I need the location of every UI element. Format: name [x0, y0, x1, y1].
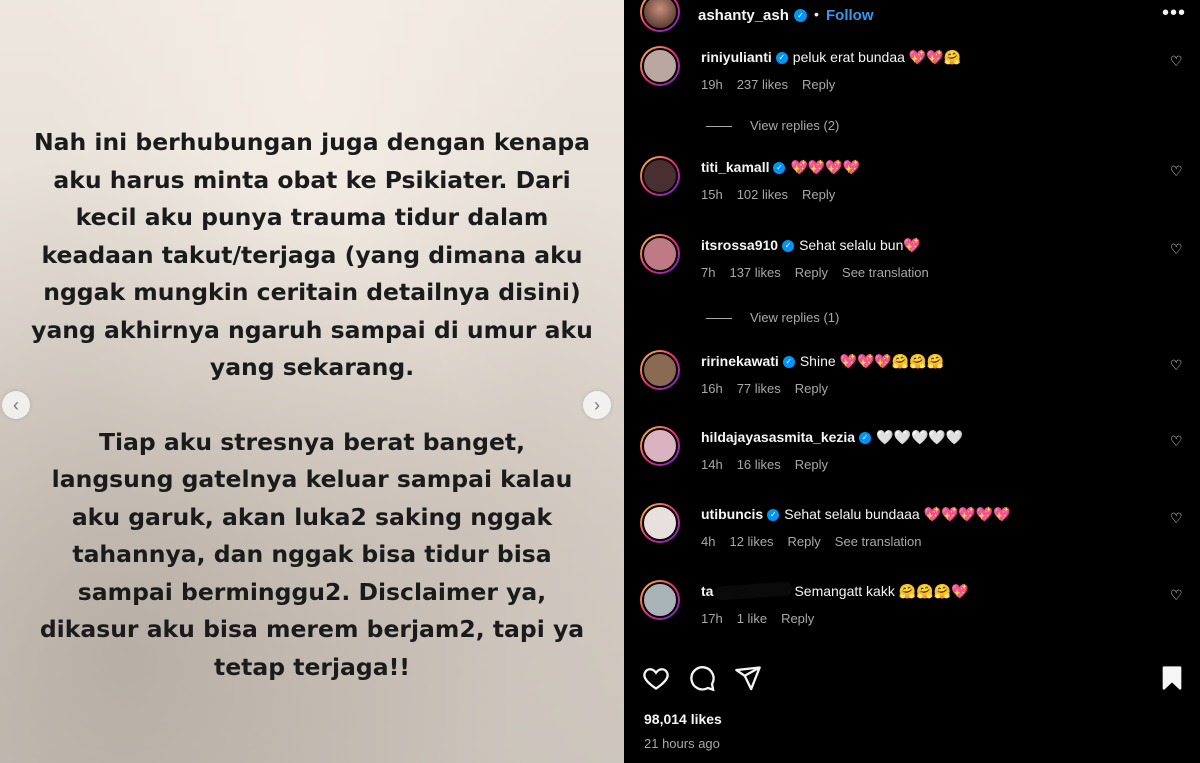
reply-button[interactable]: Reply: [795, 265, 828, 280]
comment-username[interactable]: ririnekawati: [701, 353, 779, 369]
heart-icon[interactable]: ♡: [1170, 164, 1184, 178]
comment-likes[interactable]: 1 like: [737, 611, 767, 626]
comment-username[interactable]: riniyulianti: [701, 49, 772, 65]
story-paragraph-1: Nah ini berhubungan juga dengan kenapa a…: [31, 128, 593, 381]
comment-time: 15h: [701, 187, 723, 202]
comment-item: hildajayasasmita_kezia ✓ 🤍🤍🤍🤍🤍 14h 16 likes…: [624, 426, 1200, 486]
comment-time: 14h: [701, 457, 723, 472]
avatar[interactable]: [640, 46, 680, 86]
bookmark-icon[interactable]: [1158, 664, 1186, 692]
verified-badge-icon: ✓: [859, 432, 872, 445]
view-replies-button[interactable]: View replies (1): [706, 310, 839, 325]
comment-username[interactable]: ta: [701, 583, 713, 599]
comment-likes[interactable]: 137 likes: [729, 265, 780, 280]
comment-text: 💖💖💖💖: [790, 159, 861, 175]
story-paragraph-2: Tiap aku stresnya berat banget, langsung…: [39, 427, 585, 681]
comment-item: titi_kamall ✓ 💖💖💖💖 15h 102 likes Reply ♡: [624, 156, 1200, 216]
comment-likes[interactable]: 12 likes: [729, 534, 773, 549]
comment-time: 4h: [701, 534, 716, 549]
comment-username[interactable]: hildajayasasmita_kezia: [701, 429, 855, 445]
avatar[interactable]: [640, 156, 680, 196]
verified-badge-icon: ✓: [794, 9, 807, 22]
post-likes[interactable]: 98,014 likes: [644, 711, 722, 727]
comment-text: 🤍🤍🤍🤍🤍: [876, 429, 964, 445]
heart-icon[interactable]: [642, 664, 670, 692]
reply-button[interactable]: Reply: [802, 187, 835, 202]
reply-button[interactable]: Reply: [788, 534, 821, 549]
chevron-right-icon[interactable]: ›: [583, 391, 611, 419]
comment-time: 19h: [701, 77, 723, 92]
see-translation-button[interactable]: See translation: [835, 534, 922, 549]
heart-icon[interactable]: ♡: [1170, 588, 1184, 602]
comment-time: 16h: [701, 381, 723, 396]
comment-text: Shine 💖💖💖🤗🤗🤗: [799, 353, 945, 369]
post-timestamp: 21 hours ago: [644, 736, 720, 751]
view-replies-label[interactable]: View replies (1): [750, 310, 839, 325]
divider: [706, 318, 732, 320]
comment-username[interactable]: itsrossa910: [701, 237, 778, 253]
comments-panel: ashanty_ash ✓ • Follow ••• riniyulianti ✓…: [624, 0, 1200, 763]
comment-text: Sehat selalu bun💖: [799, 237, 921, 253]
reply-button[interactable]: Reply: [781, 611, 814, 626]
story-text: Nah ini berhubungan juga dengan kenapa a…: [28, 124, 596, 686]
verified-badge-icon: ✓: [782, 240, 795, 253]
comment-item: ririnekawati ✓ Shine 💖💖💖🤗🤗🤗 16h 77 likes Rep…: [624, 350, 1200, 410]
comment-text: Semangatt kakk 🤗🤗🤗💖: [794, 583, 969, 599]
comment-icon[interactable]: [688, 664, 716, 692]
reply-button[interactable]: Reply: [795, 381, 828, 396]
separator-dot: •: [814, 6, 819, 22]
comment-item: riniyulianti ✓ peluk erat bundaa 💖💖🤗 19h 23…: [624, 46, 1200, 106]
more-icon[interactable]: •••: [1162, 2, 1186, 25]
follow-button[interactable]: Follow: [826, 7, 874, 24]
post-header: ashanty_ash ✓ • Follow •••: [624, 0, 1200, 34]
comment-likes[interactable]: 77 likes: [737, 381, 781, 396]
comment-likes[interactable]: 102 likes: [737, 187, 788, 202]
action-bar: [624, 660, 1200, 700]
comment-time: 17h: [701, 611, 723, 626]
heart-icon[interactable]: ♡: [1170, 434, 1184, 448]
author-username[interactable]: ashanty_ash: [698, 7, 789, 24]
avatar[interactable]: [640, 0, 680, 32]
comment-likes[interactable]: 16 likes: [737, 457, 781, 472]
share-icon[interactable]: [734, 664, 762, 692]
comment-item: ta Semangatt kakk 🤗🤗🤗💖 17h 1 like Reply ♡: [624, 580, 1200, 640]
comment-username[interactable]: utibuncis: [701, 506, 763, 522]
comment-item: itsrossa910 ✓ Sehat selalu bun💖 7h 137 like…: [624, 234, 1200, 294]
reply-button[interactable]: Reply: [795, 457, 828, 472]
heart-icon[interactable]: ♡: [1170, 511, 1184, 525]
comment-username[interactable]: titi_kamall: [701, 159, 769, 175]
heart-icon[interactable]: ♡: [1170, 54, 1184, 68]
avatar[interactable]: [640, 234, 680, 274]
comment-likes[interactable]: 237 likes: [737, 77, 788, 92]
reply-button[interactable]: Reply: [802, 77, 835, 92]
avatar[interactable]: [640, 503, 680, 543]
story-image: Nah ini berhubungan juga dengan kenapa a…: [0, 0, 624, 763]
comment-text: peluk erat bundaa 💖💖🤗: [792, 49, 962, 65]
verified-badge-icon: ✓: [773, 162, 786, 175]
verified-badge-icon: ✓: [767, 509, 780, 522]
verified-badge-icon: ✓: [775, 52, 788, 65]
view-replies-label[interactable]: View replies (2): [750, 118, 839, 133]
comment-time: 7h: [701, 265, 716, 280]
see-translation-button[interactable]: See translation: [842, 265, 929, 280]
comment-item: utibuncis ✓ Sehat selalu bundaaa 💖💖💖💖💖 4h 1…: [624, 503, 1200, 563]
chevron-left-icon[interactable]: ‹: [2, 391, 30, 419]
comment-text: Sehat selalu bundaaa 💖💖💖💖💖: [784, 506, 1011, 522]
avatar[interactable]: [640, 426, 680, 466]
avatar[interactable]: [640, 580, 680, 620]
verified-badge-icon: ✓: [782, 356, 795, 369]
divider: [706, 126, 732, 128]
view-replies-button[interactable]: View replies (2): [706, 118, 839, 133]
heart-icon[interactable]: ♡: [1170, 242, 1184, 256]
heart-icon[interactable]: ♡: [1170, 358, 1184, 372]
avatar[interactable]: [640, 350, 680, 390]
